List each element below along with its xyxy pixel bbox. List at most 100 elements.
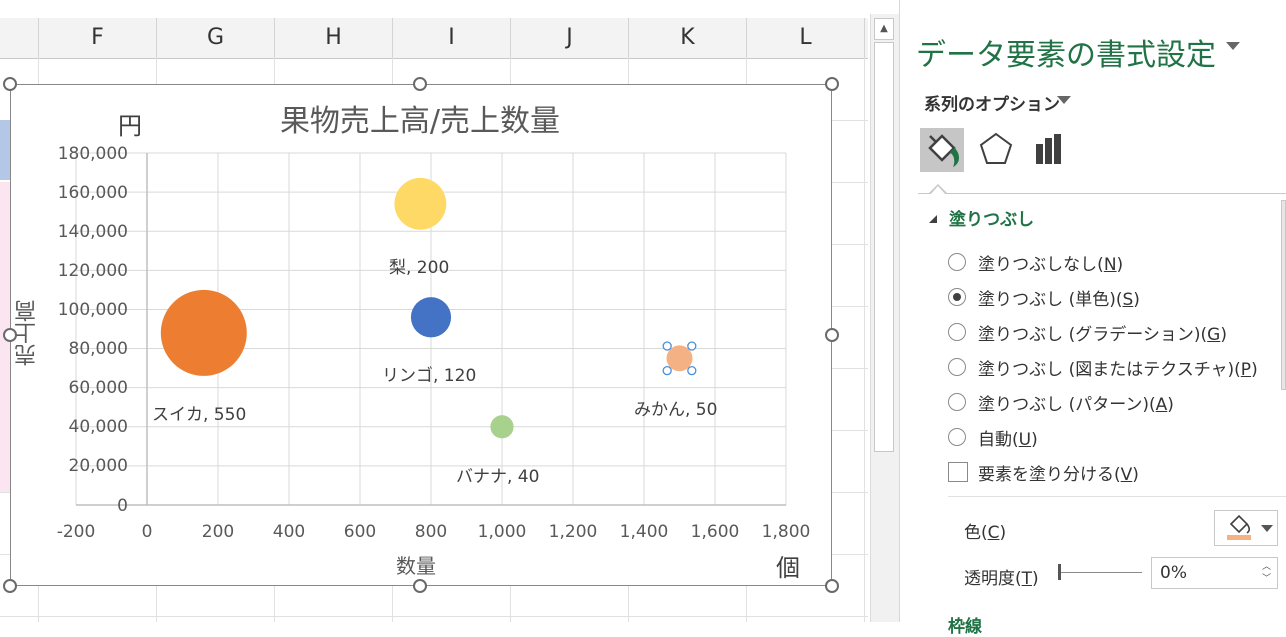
fill-color-button[interactable] <box>1214 510 1278 546</box>
x-tick-label: 600 <box>343 522 377 542</box>
radio-label: 塗りつぶし (パターン)(A) <box>978 390 1174 415</box>
tab-pointer-inner <box>930 186 946 195</box>
point-selection-handle[interactable] <box>687 366 697 376</box>
y-tick-label: 80,000 <box>68 339 128 359</box>
point-selection-handle[interactable] <box>662 366 672 376</box>
x-tick-label: 1,800 <box>761 522 811 542</box>
spinner-down-icon[interactable]: ﹀ <box>1262 574 1271 584</box>
radio-label: 自動(U) <box>978 425 1038 450</box>
bubble-梨[interactable] <box>394 177 447 230</box>
color-label: 色(C) <box>964 518 1006 543</box>
radio-button[interactable] <box>948 323 966 341</box>
y-tick-label: 0 <box>117 496 128 516</box>
point-selection-handle[interactable] <box>687 341 697 351</box>
option-accesskey: N <box>1103 255 1117 275</box>
x-tick-label: 1,000 <box>477 522 527 542</box>
line-section-title[interactable]: 枠線 <box>948 612 982 637</box>
data-label-nashi[interactable]: 梨, 200 <box>389 253 449 278</box>
checkbox[interactable] <box>948 462 968 482</box>
radio-button[interactable] <box>948 393 966 411</box>
x-tick-label: 200 <box>201 522 235 542</box>
option-text: 自動( <box>978 430 1019 450</box>
bubble-リンゴ[interactable] <box>410 297 452 338</box>
x-tick-label: -200 <box>56 522 96 542</box>
transparency-input[interactable]: 0% ︿ ﹀ <box>1151 557 1278 589</box>
option-tail: ) <box>1116 255 1124 275</box>
chevron-down-icon[interactable] <box>1261 525 1273 532</box>
x-tick-label: 400 <box>272 522 306 542</box>
x-tick-label: 1,400 <box>619 522 669 542</box>
spinner-up-icon[interactable]: ︿ <box>1262 562 1271 572</box>
bubble-バナナ[interactable] <box>490 415 514 439</box>
fill-section-title[interactable]: 塗りつぶし <box>949 205 1034 230</box>
option-accesskey: S <box>1122 290 1134 310</box>
series-options-dropdown[interactable]: 系列のオプション <box>924 90 1060 115</box>
option-text: 塗りつぶし (図またはテクスチャ)( <box>978 360 1241 380</box>
label-text: 透明度( <box>964 569 1022 589</box>
label-tail: ) <box>1032 569 1039 589</box>
bar-chart-icon <box>1036 134 1061 164</box>
data-label-ringo[interactable]: リンゴ, 120 <box>382 361 476 386</box>
option-accesskey: V <box>1120 465 1133 485</box>
label-tail: ) <box>999 523 1007 543</box>
radio-button[interactable] <box>948 428 966 446</box>
option-text: 塗りつぶしなし( <box>978 255 1104 275</box>
x-tick-label: 1,600 <box>690 522 740 542</box>
option-text: 塗りつぶし (パターン)( <box>978 395 1156 415</box>
checkbox-label: 要素を塗り分ける(V) <box>978 460 1139 485</box>
option-accesskey: G <box>1207 325 1221 345</box>
y-tick-label: 100,000 <box>57 300 128 320</box>
radio-button[interactable] <box>948 253 966 271</box>
color-swatch <box>1227 535 1251 540</box>
option-accesskey: P <box>1240 360 1252 380</box>
x-tick-label: 0 <box>141 522 153 542</box>
option-tail: ) <box>1220 325 1227 345</box>
collapse-triangle-icon[interactable] <box>927 210 939 229</box>
y-tick-label: 120,000 <box>57 261 128 281</box>
tab-separator <box>918 193 1286 194</box>
label-accesskey: C <box>987 523 1000 543</box>
option-tail: ) <box>1133 290 1140 310</box>
scrollbar-thumb[interactable] <box>874 42 894 452</box>
bubble-スイカ[interactable] <box>160 289 247 376</box>
option-accesskey: U <box>1018 430 1032 450</box>
pane-title: データ要素の書式設定 <box>916 38 1216 73</box>
option-text: 塗りつぶし (グラデーション)( <box>978 325 1208 345</box>
label-accesskey: T <box>1021 569 1033 589</box>
tab-series-options[interactable] <box>1028 128 1072 172</box>
pentagon-icon <box>979 132 1013 164</box>
y-tick-label: 60,000 <box>68 378 128 398</box>
y-tick-label: 140,000 <box>57 222 128 242</box>
y-tick-label: 160,000 <box>57 183 128 203</box>
option-tail: ) <box>1167 395 1174 415</box>
chevron-down-icon[interactable] <box>1226 42 1240 50</box>
transparency-slider[interactable] <box>1060 572 1142 573</box>
radio-button-checked[interactable] <box>948 288 966 306</box>
paint-bucket-icon <box>928 134 959 168</box>
option-accesskey: A <box>1155 395 1168 415</box>
chevron-down-icon[interactable] <box>1057 96 1071 104</box>
scroll-up-icon[interactable]: ▲ <box>874 18 894 40</box>
slider-handle[interactable] <box>1058 564 1061 580</box>
option-text: 要素を塗り分ける( <box>978 465 1121 485</box>
y-tick-label: 20,000 <box>68 456 128 476</box>
radio-label: 塗りつぶし (図またはテクスチャ)(P) <box>978 355 1258 380</box>
radio-label: 塗りつぶし (グラデーション)(G) <box>978 320 1227 345</box>
y-tick-label: 40,000 <box>68 417 128 437</box>
label-text: 色( <box>964 523 988 543</box>
data-label-suika[interactable]: スイカ, 550 <box>152 400 246 425</box>
tab-fill-line[interactable] <box>920 128 964 172</box>
data-label-banana[interactable]: バナナ, 40 <box>456 462 539 487</box>
data-label-mikan[interactable]: みかん, 50 <box>634 395 717 420</box>
pane-scrollbar[interactable] <box>1281 200 1286 390</box>
tab-effects[interactable] <box>974 128 1018 172</box>
radio-button[interactable] <box>948 358 966 376</box>
transparency-label: 透明度(T) <box>964 564 1039 589</box>
x-tick-label: 1,200 <box>548 522 598 542</box>
x-tick-label: 800 <box>414 522 448 542</box>
option-tail: ) <box>1031 430 1038 450</box>
radio-label: 塗りつぶし (単色)(S) <box>978 285 1140 310</box>
point-selection-handle[interactable] <box>662 341 672 351</box>
option-tail: ) <box>1251 360 1258 380</box>
y-tick-label: 180,000 <box>57 144 128 164</box>
